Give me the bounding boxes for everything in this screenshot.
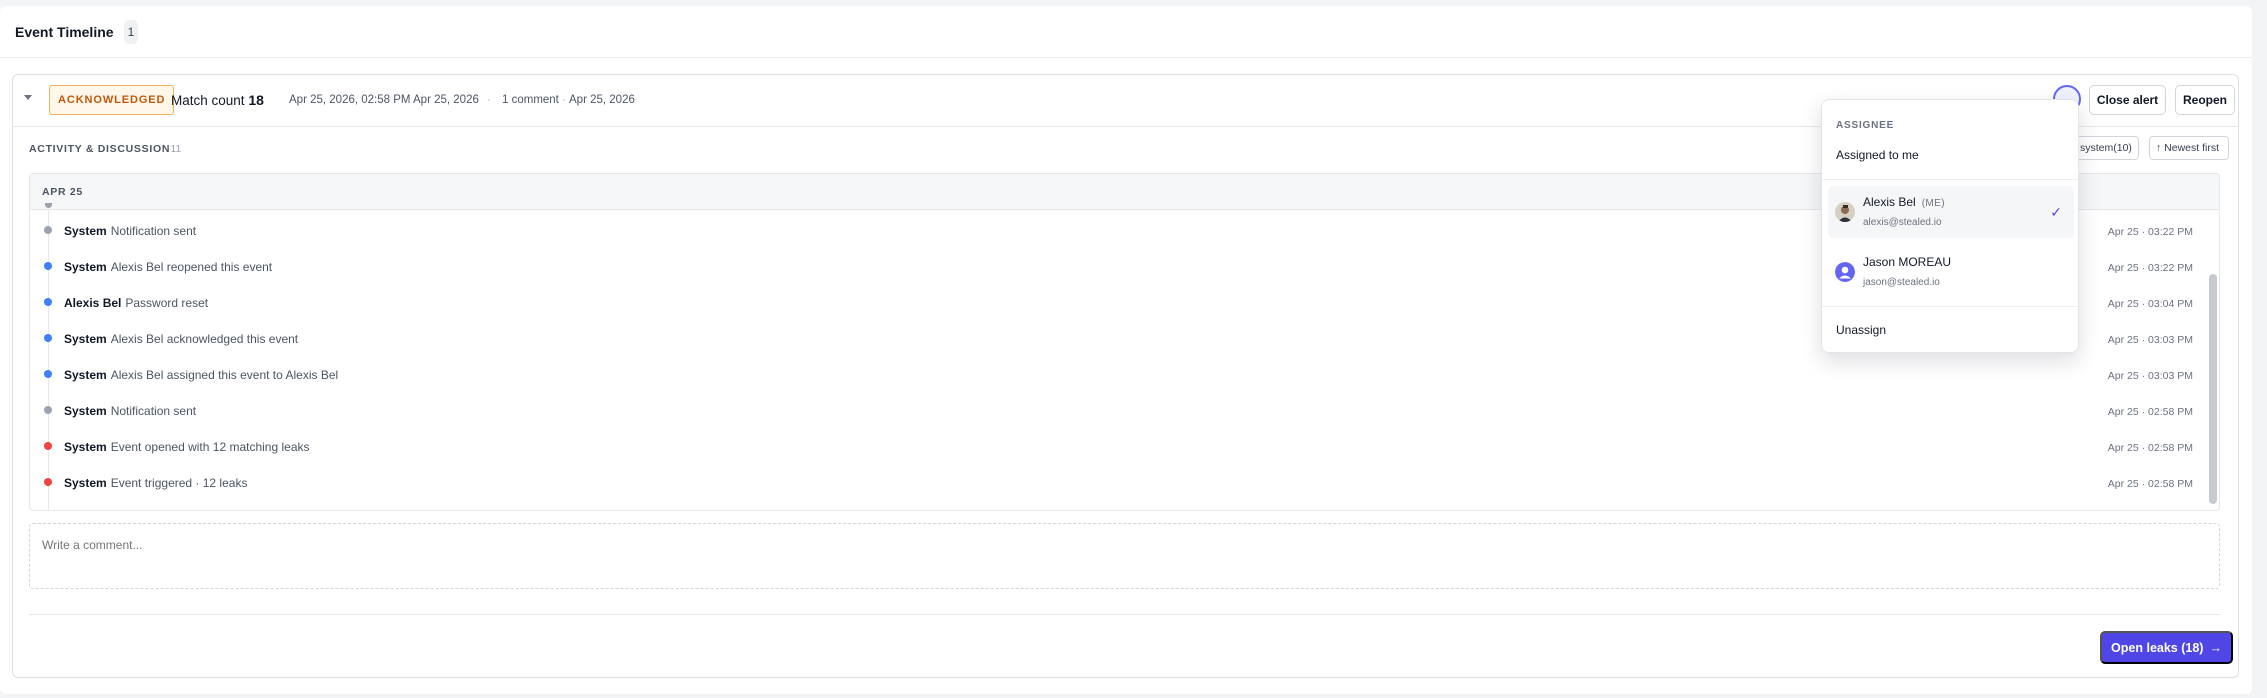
- assignee-header: ASSIGNEE: [1836, 120, 1895, 131]
- timeline-item: System Alexis Bel assigned this event to …: [30, 360, 2219, 396]
- timeline-message: Event triggered · 12 leaks: [110, 476, 248, 490]
- user-photo-icon: [1835, 202, 1855, 222]
- event-count-badge: 1: [123, 19, 139, 44]
- timeline-timestamp: Apr 25 · 03:04 PM: [2107, 298, 2193, 310]
- open-leaks-label: Open leaks (18): [2111, 640, 2204, 655]
- assignee-option-jason[interactable]: Jason MOREAU jason@stealed.io: [1828, 246, 2074, 298]
- timeline-item: System Notification sent Apr 25 · 02:58 PM: [30, 396, 2219, 432]
- me-tag: (ME): [1921, 198, 1945, 209]
- assignee-email: jason@stealed.io: [1863, 277, 1940, 288]
- filter-system-pill[interactable]: system(10): [2073, 136, 2139, 160]
- timeline-message: Notification sent: [110, 224, 197, 238]
- event-timeline-header: Event Timeline 1: [0, 6, 2252, 58]
- timeline-dot: [44, 334, 52, 342]
- timeline-message: Event opened with 12 matching leaks: [110, 440, 310, 454]
- timeline-text: Alexis Bel Password reset: [64, 296, 208, 310]
- timeline-dot: [44, 406, 52, 414]
- timeline-text: System Alexis Bel assigned this event to …: [64, 368, 338, 382]
- timeline-timestamp: Apr 25 · 03:03 PM: [2107, 370, 2193, 382]
- timeline-dot: [44, 226, 52, 234]
- timeline-dot: [44, 298, 52, 306]
- check-icon: ✓: [2050, 204, 2062, 220]
- timeline-actor: System: [64, 404, 107, 418]
- timeline-text: System Alexis Bel acknowledged this event: [64, 332, 298, 346]
- unassign-option[interactable]: Unassign: [1836, 323, 1886, 337]
- timeline-message: Alexis Bel reopened this event: [110, 260, 273, 274]
- timeline-actor: Alexis Bel: [64, 296, 122, 310]
- assigned-to-me-option[interactable]: Assigned to me: [1836, 148, 1919, 162]
- close-alert-button[interactable]: Close alert: [2089, 85, 2166, 115]
- first-seen: Apr 25, 2026, 02:58 PM: [289, 94, 411, 106]
- timeline-dot: [44, 370, 52, 378]
- match-count-value: 18: [248, 92, 264, 108]
- timeline-dot: [44, 442, 52, 450]
- section-title: Event Timeline: [15, 23, 114, 40]
- assignee-name: Alexis Bel (ME): [1863, 195, 1945, 209]
- divider: [1822, 306, 2078, 307]
- timeline-actor: System: [64, 332, 107, 346]
- timeline-timestamp: Apr 25 · 03:22 PM: [2107, 262, 2193, 274]
- timeline-timestamp: Apr 25 · 03:22 PM: [2107, 226, 2193, 238]
- timeline-actor: System: [64, 476, 107, 490]
- comment-input[interactable]: [29, 523, 2220, 589]
- match-count-label: Match count 18: [171, 92, 264, 108]
- activity-title: ACTIVITY & DISCUSSION: [29, 143, 171, 155]
- page: Event Timeline 1 ACKNOWLEDGED Match coun…: [0, 6, 2252, 694]
- timeline-dot: [44, 478, 52, 486]
- comment-date: Apr 25, 2026: [569, 94, 635, 106]
- date-group-label: APR 25: [42, 186, 83, 198]
- assignee-email: alexis@stealed.io: [1863, 217, 1942, 228]
- timeline-message: Password reset: [125, 296, 209, 310]
- timeline-timestamp: Apr 25 · 02:58 PM: [2107, 478, 2193, 490]
- timeline-message: Notification sent: [110, 404, 197, 418]
- timeline-item: System Event opened with 12 matching leak…: [30, 432, 2219, 468]
- activity-count: · 11: [164, 143, 182, 155]
- scrollbar[interactable]: [2209, 210, 2217, 510]
- sort-newest-first[interactable]: ↑ Newest first: [2149, 136, 2229, 160]
- timeline-text: System Event triggered · 12 leaks: [64, 476, 247, 490]
- divider: [1822, 179, 2078, 180]
- user-default-icon: [1835, 262, 1855, 282]
- comment-count: 1 comment: [502, 94, 559, 106]
- arrow-right-icon: →: [2209, 640, 2222, 655]
- status-badge: ACKNOWLEDGED: [49, 85, 175, 115]
- divider: [29, 614, 2220, 615]
- scrollbar-thumb[interactable]: [2209, 274, 2217, 504]
- separator: ·: [407, 94, 411, 106]
- assignee-dropdown: ASSIGNEE Assigned to me Alexis Bel (ME) a…: [1821, 99, 2079, 353]
- timeline-timestamp: Apr 25 · 02:58 PM: [2107, 442, 2193, 454]
- timeline-message: Alexis Bel acknowledged this event: [110, 332, 299, 346]
- timeline-item: System Event triggered · 12 leaks Apr 25 ·…: [30, 468, 2219, 504]
- separator: ·: [487, 94, 491, 106]
- timeline-actor: System: [64, 440, 107, 454]
- last-seen: Apr 25, 2026: [413, 94, 479, 106]
- timeline-text: System Event opened with 12 matching leak…: [64, 440, 310, 454]
- reopen-button[interactable]: Reopen: [2175, 85, 2235, 115]
- timeline-actor: System: [64, 224, 107, 238]
- assignee-name: Jason MOREAU: [1863, 255, 1952, 269]
- timeline-dot: [44, 262, 52, 270]
- timeline-timestamp: Apr 25 · 03:03 PM: [2107, 334, 2193, 346]
- timeline-message: Alexis Bel assigned this event to Alexis…: [110, 368, 339, 382]
- timeline-timestamp: Apr 25 · 02:58 PM: [2107, 406, 2193, 418]
- assignee-option-alexis[interactable]: Alexis Bel (ME) alexis@stealed.io ✓: [1828, 186, 2074, 238]
- chevron-down-icon[interactable]: [24, 95, 32, 100]
- timeline-actor: System: [64, 368, 107, 382]
- open-leaks-button[interactable]: Open leaks (18) →: [2100, 631, 2233, 664]
- timeline-text: System Alexis Bel reopened this event: [64, 260, 272, 274]
- timeline-text: System Notification sent: [64, 224, 196, 238]
- timeline-actor: System: [64, 260, 107, 274]
- timeline-text: System Notification sent: [64, 404, 196, 418]
- separator: ·: [562, 94, 566, 106]
